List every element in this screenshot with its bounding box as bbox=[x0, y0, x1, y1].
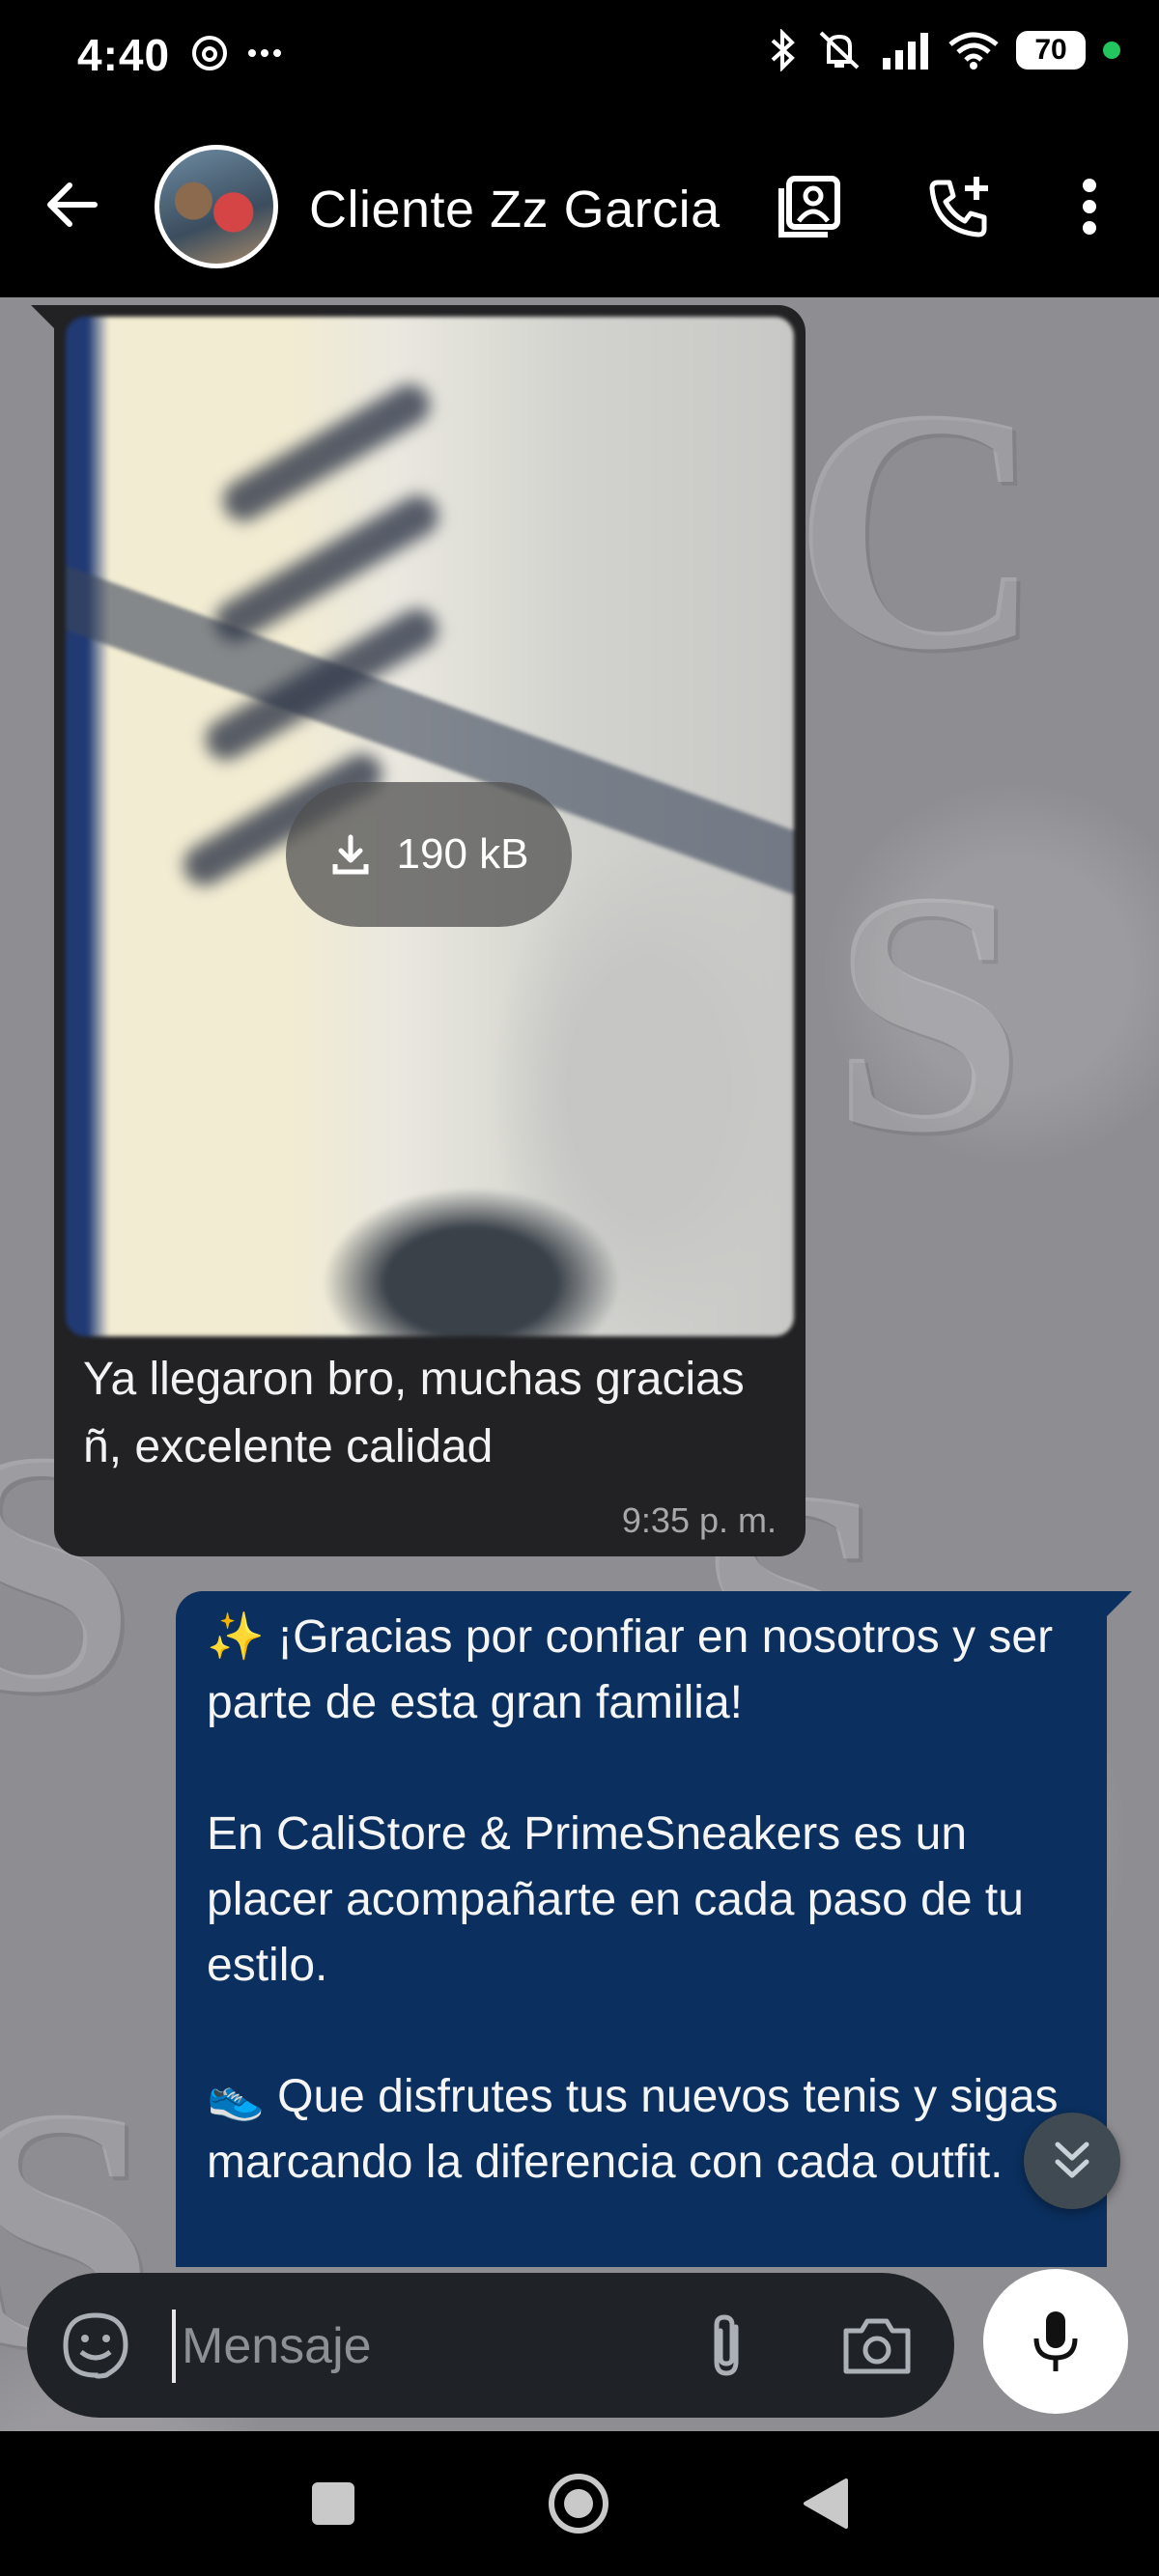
download-button[interactable]: 190 kB bbox=[286, 782, 572, 927]
status-right-icons: 70 bbox=[769, 29, 1120, 71]
voice-message-button[interactable] bbox=[983, 2269, 1128, 2414]
status-left-icons bbox=[191, 35, 282, 71]
battery-percent: 70 bbox=[1034, 34, 1067, 66]
privacy-indicator-dot bbox=[1103, 42, 1120, 59]
phone-screen: 4:40 70 Cliente Zz Garcia C S S S 190 kB… bbox=[0, 0, 1159, 2576]
outgoing-message-text: ✨ ¡Gracias por confiar en nosotros y ser… bbox=[207, 1611, 1059, 2188]
incoming-message-time: 9:35 p. m. bbox=[621, 1500, 777, 1540]
camera-icon[interactable] bbox=[840, 2311, 914, 2379]
recents-icon bbox=[312, 2482, 354, 2525]
status-time: 4:40 bbox=[77, 30, 171, 80]
download-icon bbox=[332, 834, 368, 875]
contact-card-icon bbox=[778, 176, 840, 238]
outgoing-bubble-tail bbox=[1107, 1591, 1132, 1616]
contact-avatar[interactable] bbox=[155, 145, 278, 268]
incoming-message-text: Ya llegaron bro, muchas gracias ñ, excel… bbox=[83, 1354, 745, 1472]
nav-back-button[interactable] bbox=[792, 2470, 860, 2537]
threads-icon bbox=[192, 36, 227, 70]
wallpaper-logo-mark: C bbox=[792, 336, 1043, 721]
overflow-menu-button[interactable] bbox=[1053, 170, 1126, 243]
download-size: 190 kB bbox=[396, 830, 529, 878]
contact-card-button[interactable] bbox=[773, 170, 846, 243]
add-call-icon bbox=[929, 177, 988, 238]
microphone-icon bbox=[1033, 2311, 1078, 2371]
outgoing-message[interactable]: ✨ ¡Gracias por confiar en nosotros y ser… bbox=[176, 1591, 1107, 2267]
nav-recents-button[interactable] bbox=[299, 2470, 367, 2537]
system-navigation-bar bbox=[0, 2431, 1159, 2576]
nav-home-button[interactable] bbox=[545, 2470, 612, 2537]
back-arrow-icon[interactable] bbox=[42, 174, 104, 236]
message-composer bbox=[27, 2273, 954, 2418]
incoming-message[interactable]: 190 kB Ya llegaron bro, muchas gracias ñ… bbox=[54, 305, 806, 1556]
attach-icon[interactable] bbox=[693, 2310, 761, 2383]
text-cursor bbox=[172, 2310, 176, 2383]
incoming-bubble-tail bbox=[31, 305, 56, 330]
scroll-to-bottom-button[interactable] bbox=[1024, 2113, 1120, 2209]
chat-header: Cliente Zz Garcia bbox=[0, 116, 1159, 297]
back-icon bbox=[804, 2478, 848, 2529]
signal-icon bbox=[883, 33, 928, 70]
battery-indicator: 70 bbox=[1016, 31, 1086, 70]
bluetooth-icon bbox=[771, 29, 795, 71]
wifi-icon bbox=[948, 32, 999, 70]
wallpaper-logo-mark: S bbox=[831, 819, 1025, 1204]
add-call-button[interactable] bbox=[923, 170, 997, 243]
double-chevron-down-icon bbox=[1055, 2142, 1089, 2178]
home-icon bbox=[549, 2474, 608, 2534]
vibrate-off-icon bbox=[819, 31, 860, 70]
sticker-icon[interactable] bbox=[62, 2311, 129, 2379]
contact-name[interactable]: Cliente Zz Garcia bbox=[309, 180, 721, 239]
message-input[interactable] bbox=[182, 2308, 684, 2385]
status-bar: 4:40 70 bbox=[0, 0, 1159, 116]
more-notifications-icon bbox=[248, 49, 281, 57]
overflow-menu-icon bbox=[1083, 179, 1096, 235]
